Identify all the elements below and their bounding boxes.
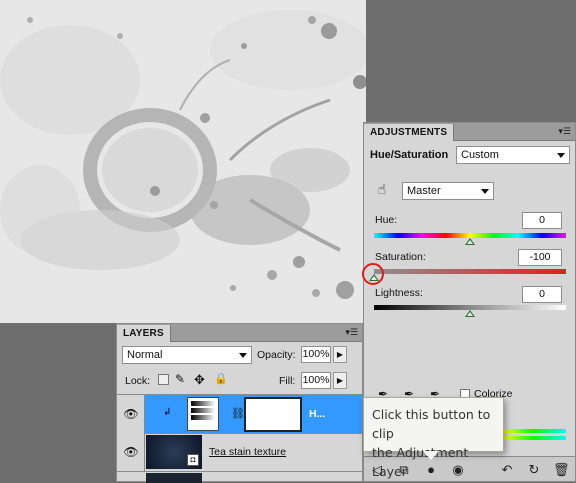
clip-indicator-icon: ↲	[163, 407, 172, 418]
layers-panel: LAYERS ▾☰ Normal Opacity: 100% ▶ Lock: ✎…	[116, 323, 363, 483]
tea-stain-texture-image	[0, 0, 366, 323]
lock-position-icon[interactable]: ✥	[194, 372, 205, 388]
preset-value: Custom	[461, 149, 499, 161]
clip-tooltip: Click this button to clip the Adjustment…	[363, 397, 504, 479]
saturation-label: Saturation:	[375, 251, 426, 263]
lightness-value-field[interactable]: 0	[522, 286, 562, 303]
lightness-label: Lightness:	[375, 287, 423, 299]
opacity-arrow-icon[interactable]: ▶	[333, 346, 347, 363]
blend-mode-dropdown[interactable]: Normal	[122, 346, 252, 364]
targeted-adjustment-hand-icon[interactable]: ☝	[372, 181, 392, 201]
document-canvas[interactable]	[0, 0, 366, 323]
lock-all-icon[interactable]: 🔒	[214, 372, 228, 385]
lock-image-icon[interactable]: ✎	[175, 372, 185, 386]
tooltip-line-2: the Adjustment Layer	[372, 445, 469, 479]
hue-label: Hue:	[375, 214, 398, 226]
layer-row-adjustment[interactable]: 👁 ↲ ⛓ H...	[117, 394, 362, 434]
opacity-label: Opacity:	[257, 349, 296, 361]
blend-mode-value: Normal	[127, 349, 163, 361]
adjustment-title: Hue/Saturation	[370, 149, 449, 161]
fill-label: Fill:	[279, 375, 296, 387]
delete-icon[interactable]: 🗑	[553, 462, 570, 478]
tooltip-line-1: Click this button to clip	[372, 407, 491, 441]
lightness-slider-thumb[interactable]	[465, 310, 475, 317]
smart-object-badge-icon: ◘	[187, 454, 199, 466]
highlight-circle	[362, 263, 384, 285]
link-icon[interactable]: ⛓	[231, 407, 245, 420]
layer-name: H...	[309, 408, 326, 420]
fill-arrow-icon[interactable]: ▶	[333, 372, 347, 389]
hue-slider-thumb[interactable]	[465, 238, 475, 245]
layer-row-partial[interactable]	[117, 472, 362, 483]
preset-dropdown[interactable]: Custom	[456, 146, 570, 164]
previous-state-icon[interactable]: ↶	[499, 462, 515, 478]
reset-icon[interactable]: ↻	[526, 462, 542, 478]
tooltip-pointer	[423, 451, 439, 460]
hue-value-field[interactable]: 0	[522, 212, 562, 229]
lock-label: Lock:	[125, 375, 151, 387]
adjustments-tab[interactable]: ADJUSTMENTS	[364, 124, 455, 141]
adjustments-tab-row: ADJUSTMENTS ▾☰	[364, 123, 575, 141]
fill-field[interactable]: 100%	[301, 372, 331, 389]
saturation-value-field[interactable]: -100	[518, 249, 562, 266]
channel-value: Master	[407, 185, 441, 197]
layer-row-texture[interactable]: 👁 ◘ Tea stain texture	[117, 434, 362, 472]
adjustment-layer-thumbnail	[187, 397, 219, 431]
layers-tab-row: LAYERS ▾☰	[117, 324, 362, 342]
opacity-field[interactable]: 100%	[301, 346, 331, 363]
channel-dropdown[interactable]: Master	[402, 182, 494, 200]
visibility-eye-icon[interactable]: 👁	[123, 446, 139, 458]
panel-menu-icon[interactable]: ▾☰	[558, 126, 571, 137]
layer-mask-thumbnail	[244, 397, 302, 432]
saturation-slider-track[interactable]	[374, 269, 566, 274]
chevron-down-icon	[481, 189, 489, 194]
chevron-down-icon	[557, 153, 565, 158]
layer-name: Tea stain texture	[209, 446, 287, 458]
chevron-down-icon	[239, 353, 247, 358]
lock-transparent-icon[interactable]	[158, 374, 169, 385]
visibility-eye-icon[interactable]: 👁	[123, 408, 139, 420]
layers-tab[interactable]: LAYERS	[117, 325, 171, 342]
panel-menu-icon[interactable]: ▾☰	[345, 327, 358, 338]
